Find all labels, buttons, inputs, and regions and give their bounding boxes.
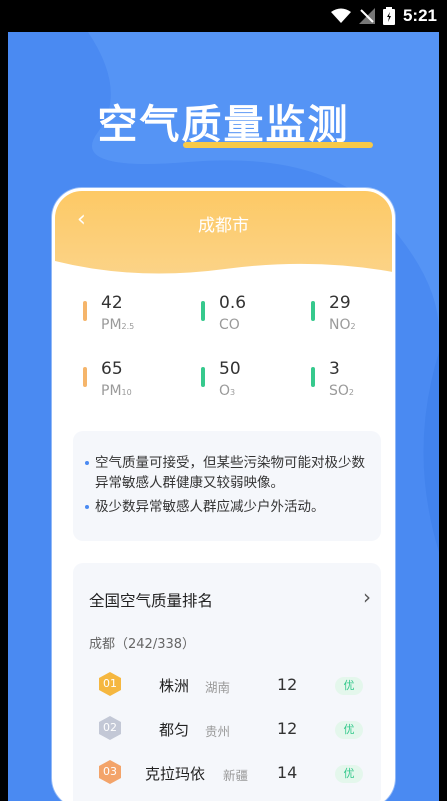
metric-o3: 50 O3 — [201, 359, 291, 405]
metric-value: 65 — [101, 359, 123, 379]
status-time: 5:21 — [402, 6, 437, 25]
metric-value: 42 — [101, 293, 123, 313]
grade-badge: 优 — [335, 765, 363, 783]
battery-icon — [382, 7, 395, 25]
metric-so2: 3 SO2 — [311, 359, 392, 405]
header-wave — [55, 261, 392, 281]
metric-indicator — [83, 301, 87, 321]
metric-label: O3 — [219, 383, 236, 399]
pollutant-grid: 42 PM2.5 0.6 CO 29 NO2 65 PM10 50 O3 3 S… — [63, 281, 390, 411]
province-name: 新疆 — [223, 768, 249, 783]
aqi-value: 14 — [277, 763, 298, 782]
metric-indicator — [201, 367, 205, 387]
rank-badge-bronze-icon: 03 — [97, 759, 123, 785]
headline-underline — [183, 142, 373, 148]
ranking-row[interactable]: 03 克拉玛依 新疆 14 优 — [89, 757, 369, 789]
metric-co: 0.6 CO — [201, 293, 291, 339]
metric-pm10: 65 PM10 — [83, 359, 173, 405]
metric-value: 50 — [219, 359, 241, 379]
metric-indicator — [311, 367, 315, 387]
aqi-value: 12 — [277, 675, 298, 694]
ranking-title: 全国空气质量排名 — [89, 592, 214, 610]
ranking-card[interactable]: 全国空气质量排名 › 成都（242/338） 01 株洲 湖南 12 优 02 … — [73, 563, 381, 801]
grade-badge: 优 — [335, 721, 363, 739]
chevron-right-icon[interactable]: › — [363, 585, 371, 609]
province-name: 贵州 — [205, 724, 231, 739]
tip-item: 空气质量可接受，但某些污染物可能对极少数异常敏感人群健康又较弱映像。 — [85, 453, 371, 493]
status-bar: 5:21 — [0, 0, 447, 32]
metric-indicator — [83, 367, 87, 387]
metric-label: CO — [219, 317, 240, 333]
bullet-icon — [85, 505, 89, 509]
province-name: 湖南 — [205, 680, 231, 695]
wifi-icon — [330, 8, 351, 23]
metric-value: 3 — [329, 359, 340, 379]
signal-icon — [358, 8, 375, 24]
ranking-row[interactable]: 02 都匀 贵州 12 优 — [89, 713, 369, 745]
metric-indicator — [311, 301, 315, 321]
app-header — [55, 191, 392, 281]
metric-value: 29 — [329, 293, 351, 313]
metric-value: 0.6 — [219, 293, 247, 313]
metric-label: PM2.5 — [101, 317, 135, 333]
rank-badge-gold-icon: 01 — [97, 671, 123, 697]
metric-label: PM10 — [101, 383, 132, 399]
ranking-row[interactable]: 01 株洲 湖南 12 优 — [89, 669, 369, 701]
ranking-subtitle: 成都（242/338） — [89, 637, 196, 652]
aqi-value: 12 — [277, 719, 298, 738]
bullet-icon — [85, 461, 89, 465]
status-icons: 5:21 — [330, 6, 437, 26]
metric-label: NO2 — [329, 317, 356, 333]
metric-label: SO2 — [329, 383, 354, 399]
city-name: 都匀 — [159, 721, 190, 739]
metric-indicator — [201, 301, 205, 321]
phone-mockup: ‹ 成都市 42 PM2.5 0.6 CO 29 NO2 65 PM10 50 … — [52, 188, 395, 801]
health-tips-card: 空气质量可接受，但某些污染物可能对极少数异常敏感人群健康又较弱映像。 极少数异常… — [73, 431, 381, 541]
metric-pm25: 42 PM2.5 — [83, 293, 173, 339]
tip-item: 极少数异常敏感人群应减少户外活动。 — [85, 497, 371, 517]
city-title: 成都市 — [198, 216, 249, 236]
city-name: 克拉玛依 — [145, 765, 206, 783]
grade-badge: 优 — [335, 677, 363, 695]
rank-badge-silver-icon: 02 — [97, 715, 123, 741]
metric-no2: 29 NO2 — [311, 293, 392, 339]
city-name: 株洲 — [159, 677, 190, 695]
